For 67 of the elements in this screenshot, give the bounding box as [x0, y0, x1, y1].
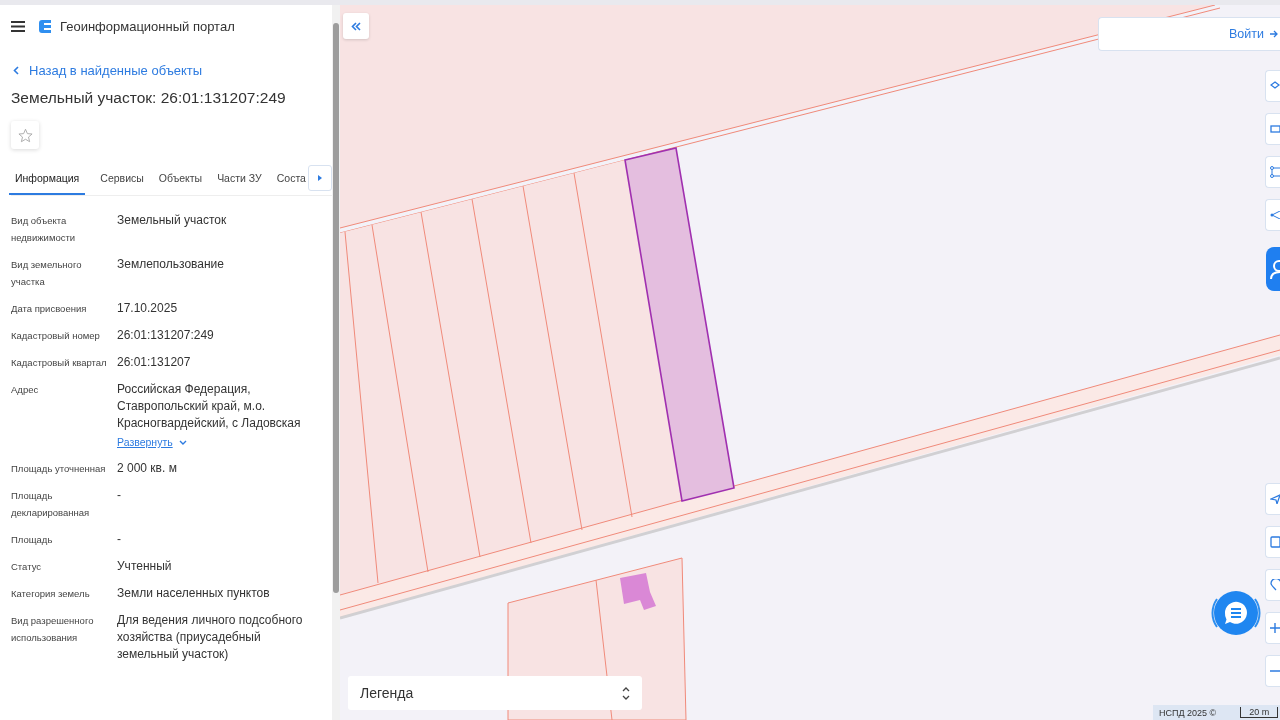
property-value: Землепользование: [117, 256, 225, 273]
scrollbar[interactable]: [332, 5, 340, 720]
property-label: Площадь: [11, 533, 54, 547]
zoom-in-button[interactable]: [1265, 612, 1280, 644]
print-button[interactable]: [1265, 526, 1280, 558]
polygon-icon: [1270, 166, 1280, 178]
property-label: Кадастровый номер: [11, 329, 101, 343]
frame-icon: [1270, 536, 1280, 548]
collapse-panel-button[interactable]: [343, 13, 369, 39]
login-button[interactable]: Войти: [1098, 17, 1280, 51]
tab[interactable]: Информация: [9, 163, 86, 195]
tab[interactable]: Соста: [276, 163, 306, 195]
chevron-down-icon: [178, 439, 187, 445]
caret-right-icon: [318, 175, 322, 181]
locate-button[interactable]: [1265, 483, 1280, 515]
property-label: Вид объекта недвижимости: [11, 214, 77, 245]
property-value: -: [117, 531, 122, 548]
pin-button[interactable]: [1265, 569, 1280, 601]
pin-icon: [1270, 579, 1280, 591]
back-link[interactable]: Назад в найденные объекты: [11, 57, 332, 83]
ruler-button[interactable]: [1265, 113, 1280, 145]
property-label: Дата присвоения: [11, 302, 88, 316]
property-label: Вид разрешенного использования: [11, 614, 95, 645]
double-chevron-left-icon: [351, 21, 361, 31]
up-down-chevron-icon: [622, 686, 630, 700]
tab[interactable]: Объекты: [158, 163, 203, 195]
login-arrow-icon: [1270, 29, 1278, 39]
property-label: Площадь декларированная: [11, 489, 91, 520]
share-icon: [1270, 211, 1280, 219]
property-value: 26:01:131207: [117, 354, 192, 371]
property-value: Учтенный: [117, 558, 173, 575]
property-value: Для ведения личного подсобного хозяйства (приусадебный земельный участок): [117, 612, 304, 663]
map-attribution: НСПД 2025 ©: [1159, 707, 1217, 718]
object-title: Земельный участок: 26:01:131207:249: [11, 89, 287, 107]
property-value: 2 000 кв. м: [117, 460, 178, 477]
minus-icon: [1270, 670, 1280, 672]
layers-icon: [1270, 81, 1280, 91]
share-button[interactable]: [1265, 199, 1280, 231]
property-value: Земельный участок: [117, 212, 228, 229]
scale-bar: 20 m: [1240, 707, 1279, 718]
tab[interactable]: Сервисы: [100, 163, 144, 195]
tab[interactable]: Части ЗУ: [217, 163, 262, 195]
property-value: Российская Федерация, Ставропольский край, м.о. Красногвардейский, с Ладовская: [117, 381, 302, 432]
arrow-icon: [1270, 494, 1280, 504]
property-value: -: [117, 487, 122, 504]
layers-button[interactable]: [1265, 70, 1280, 102]
expand-link[interactable]: Развернуть: [117, 436, 187, 448]
portal-title: Геоинформационный портал: [60, 18, 235, 34]
property-value: 26:01:131207:249: [117, 327, 215, 344]
property-value: 17.10.2025: [117, 300, 179, 317]
property-label: Статус: [11, 560, 43, 574]
legend-dropdown[interactable]: Легенда: [348, 676, 642, 710]
chevron-left-icon: [13, 65, 19, 75]
property-label: Категория земель: [11, 587, 91, 601]
zoom-out-button[interactable]: [1265, 655, 1280, 687]
property-label: Площадь уточненная: [11, 462, 107, 476]
polygon-button[interactable]: [1265, 156, 1280, 188]
menu-icon[interactable]: [11, 20, 25, 32]
property-value: Земли населенных пунктов: [117, 585, 271, 602]
person-button[interactable]: [1266, 247, 1280, 291]
property-label: Вид земельного участка: [11, 258, 83, 289]
plus-icon: [1270, 623, 1280, 633]
property-label: Кадастровый квартал: [11, 356, 108, 370]
ruler-icon: [1270, 125, 1280, 133]
person-icon: [1270, 258, 1280, 280]
logo-icon: [39, 18, 52, 34]
property-label: Адрес: [11, 383, 40, 397]
